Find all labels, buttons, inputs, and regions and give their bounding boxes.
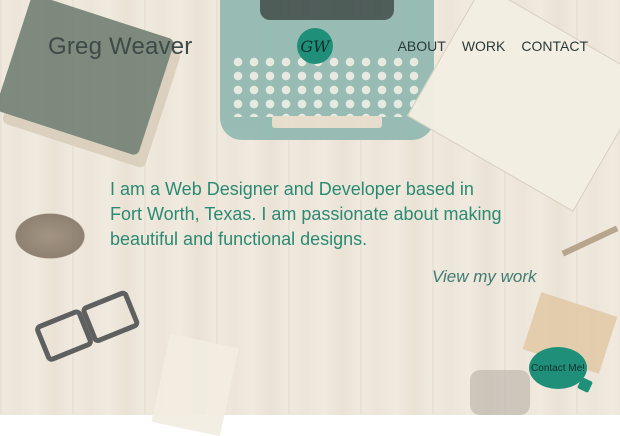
view-work-link[interactable]: View my work <box>432 267 537 287</box>
typewriter-spacebar <box>272 116 382 128</box>
typewriter-top <box>260 0 394 20</box>
hero-intro: I am a Web Designer and Developer based … <box>110 177 530 252</box>
hero-line-1: I am a Web Designer and Developer based … <box>110 179 474 199</box>
main-nav: ABOUT WORK CONTACT <box>398 38 588 54</box>
nav-work[interactable]: WORK <box>462 38 506 54</box>
logo-badge[interactable]: GW <box>297 28 333 64</box>
contact-me-label: Contact Me! <box>531 362 585 374</box>
nav-contact[interactable]: CONTACT <box>521 38 588 54</box>
typewriter-image <box>220 0 434 140</box>
logo-text: GW <box>300 36 330 56</box>
contact-me-button[interactable]: Contact Me! <box>529 347 587 389</box>
typewriter-keys <box>230 55 424 117</box>
hero-line-3: beautiful and functional designs. <box>110 229 368 249</box>
nav-about[interactable]: ABOUT <box>398 38 446 54</box>
site-name[interactable]: Greg Weaver <box>48 33 192 61</box>
hero-line-2: Fort Worth, Texas. I am passionate about… <box>110 204 502 224</box>
bottle-image <box>470 370 530 415</box>
pinecone-image <box>10 210 90 262</box>
